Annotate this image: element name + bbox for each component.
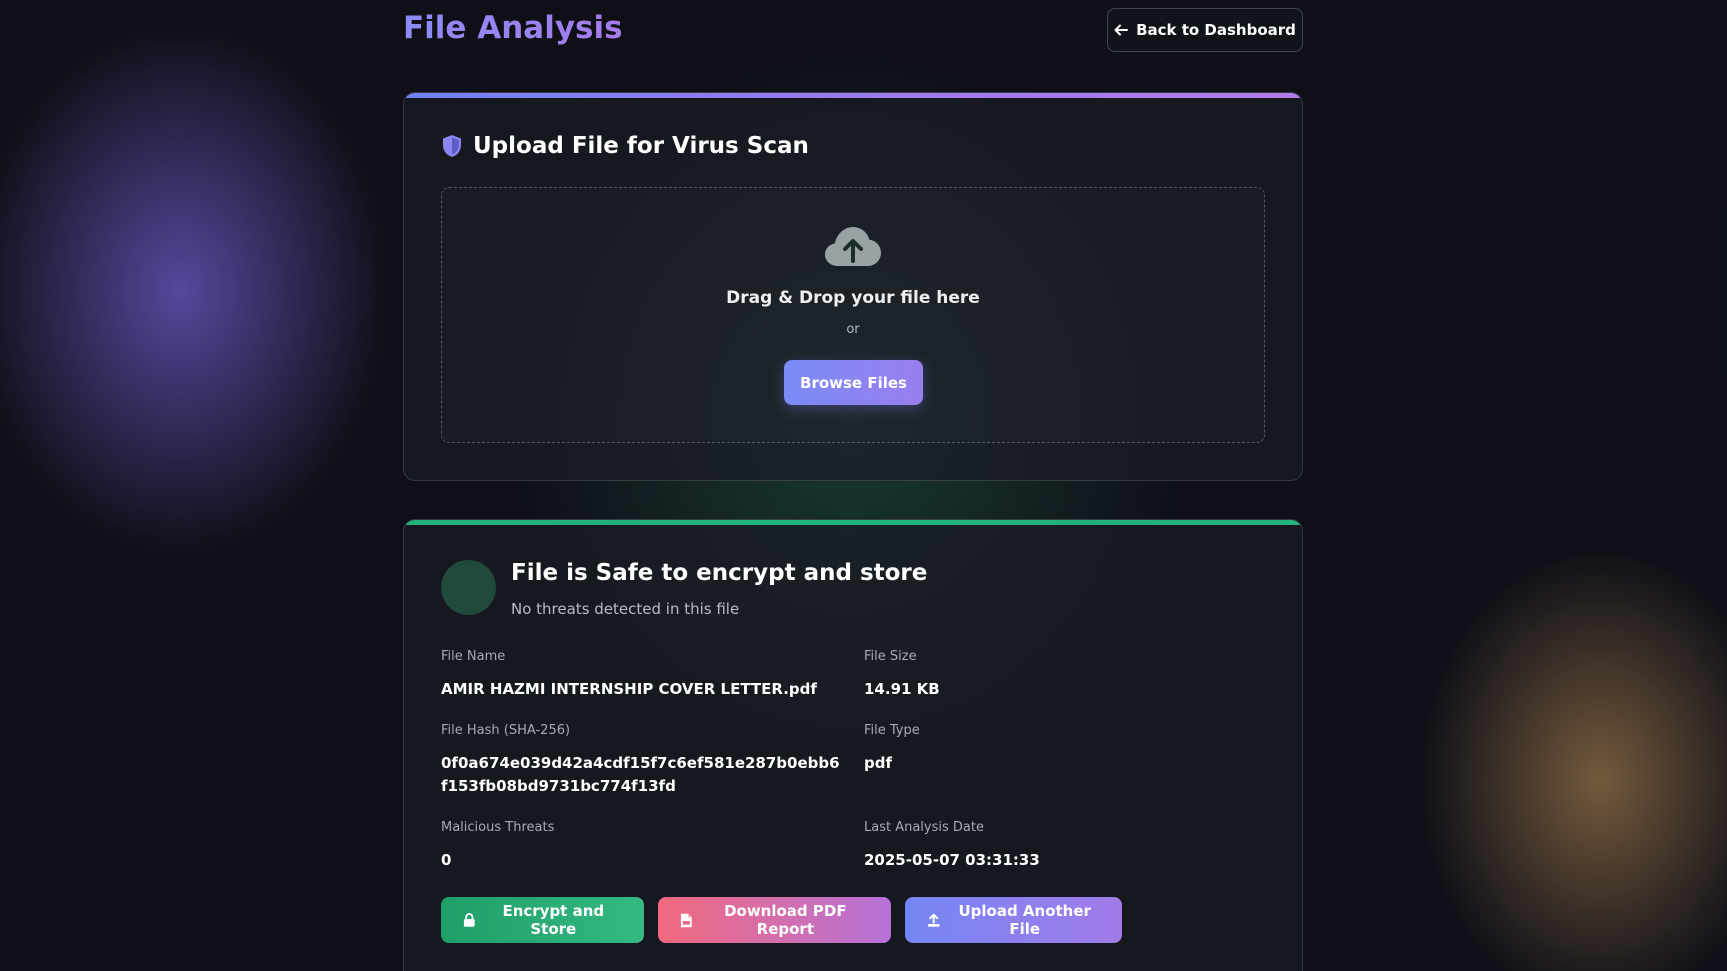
header: File Analysis Back to Dashboard — [403, 0, 1303, 64]
back-to-dashboard-button[interactable]: Back to Dashboard — [1107, 8, 1303, 52]
file-size-label: File Size — [864, 649, 917, 664]
lock-icon — [463, 913, 475, 927]
upload-another-file-button[interactable]: Upload Another File — [905, 897, 1122, 943]
safe-status-icon — [441, 560, 496, 615]
upload-card: Upload File for Virus Scan Drag & Drop y… — [403, 92, 1303, 481]
download-pdf-report-button[interactable]: Download PDF Report — [658, 897, 891, 943]
file-type-value: pdf — [864, 754, 893, 772]
upload-icon — [927, 913, 940, 927]
file-size-info: File Size 14.91 KB — [864, 649, 1254, 701]
file-name-info: File Name AMIR HAZMI INTERNSHIP COVER LE… — [441, 649, 831, 701]
malicious-threats-label: Malicious Threats — [441, 820, 555, 835]
result-title: File is Safe to encrypt and store — [511, 560, 928, 586]
file-dropzone[interactable]: Drag & Drop your file here or Browse Fil… — [441, 187, 1265, 443]
last-analysis-value: 2025-05-07 03:31:33 — [864, 851, 1040, 869]
encrypt-and-store-button[interactable]: Encrypt and Store — [441, 897, 644, 943]
action-buttons: Encrypt and Store Download PDF Report Up… — [441, 897, 1122, 943]
upload-title: Upload File for Virus Scan — [473, 133, 809, 159]
or-separator: or — [846, 322, 860, 337]
page-title: File Analysis — [403, 10, 623, 46]
back-button-label: Back to Dashboard — [1136, 21, 1296, 39]
upload-another-label: Upload Another File — [958, 902, 1091, 938]
cloud-upload-icon — [825, 227, 881, 266]
file-hash-info: File Hash (SHA-256) 0f0a674e039d42a4cdf1… — [441, 723, 841, 798]
malicious-threats-info: Malicious Threats 0 — [441, 820, 831, 872]
arrow-left-icon — [1114, 24, 1129, 36]
file-size-value: 14.91 KB — [864, 680, 940, 698]
result-subtitle: No threats detected in this file — [511, 600, 740, 618]
upload-header: Upload File for Virus Scan — [441, 133, 809, 159]
file-pdf-icon — [680, 913, 692, 927]
file-type-label: File Type — [864, 723, 920, 738]
encrypt-button-label: Encrypt and Store — [502, 902, 605, 938]
drop-instruction: Drag & Drop your file here — [726, 288, 980, 308]
card-accent-bar — [404, 93, 1302, 98]
file-name-label: File Name — [441, 649, 506, 664]
file-hash-value: 0f0a674e039d42a4cdf15f7c6ef581e287b0ebb6… — [441, 754, 840, 795]
card-accent-bar — [404, 520, 1302, 525]
last-analysis-label: Last Analysis Date — [864, 820, 984, 835]
file-name-value: AMIR HAZMI INTERNSHIP COVER LETTER.pdf — [441, 680, 817, 698]
file-type-info: File Type pdf — [864, 723, 1254, 775]
scan-result-card: File is Safe to encrypt and store No thr… — [403, 519, 1303, 971]
file-hash-label: File Hash (SHA-256) — [441, 723, 571, 738]
page: File Analysis Back to Dashboard Upload F… — [403, 0, 1303, 971]
browse-files-button[interactable]: Browse Files — [784, 360, 923, 405]
last-analysis-info: Last Analysis Date 2025-05-07 03:31:33 — [864, 820, 1254, 872]
shield-icon — [443, 135, 461, 157]
download-pdf-label: Download PDF Report — [724, 902, 847, 938]
malicious-threats-value: 0 — [441, 851, 452, 869]
